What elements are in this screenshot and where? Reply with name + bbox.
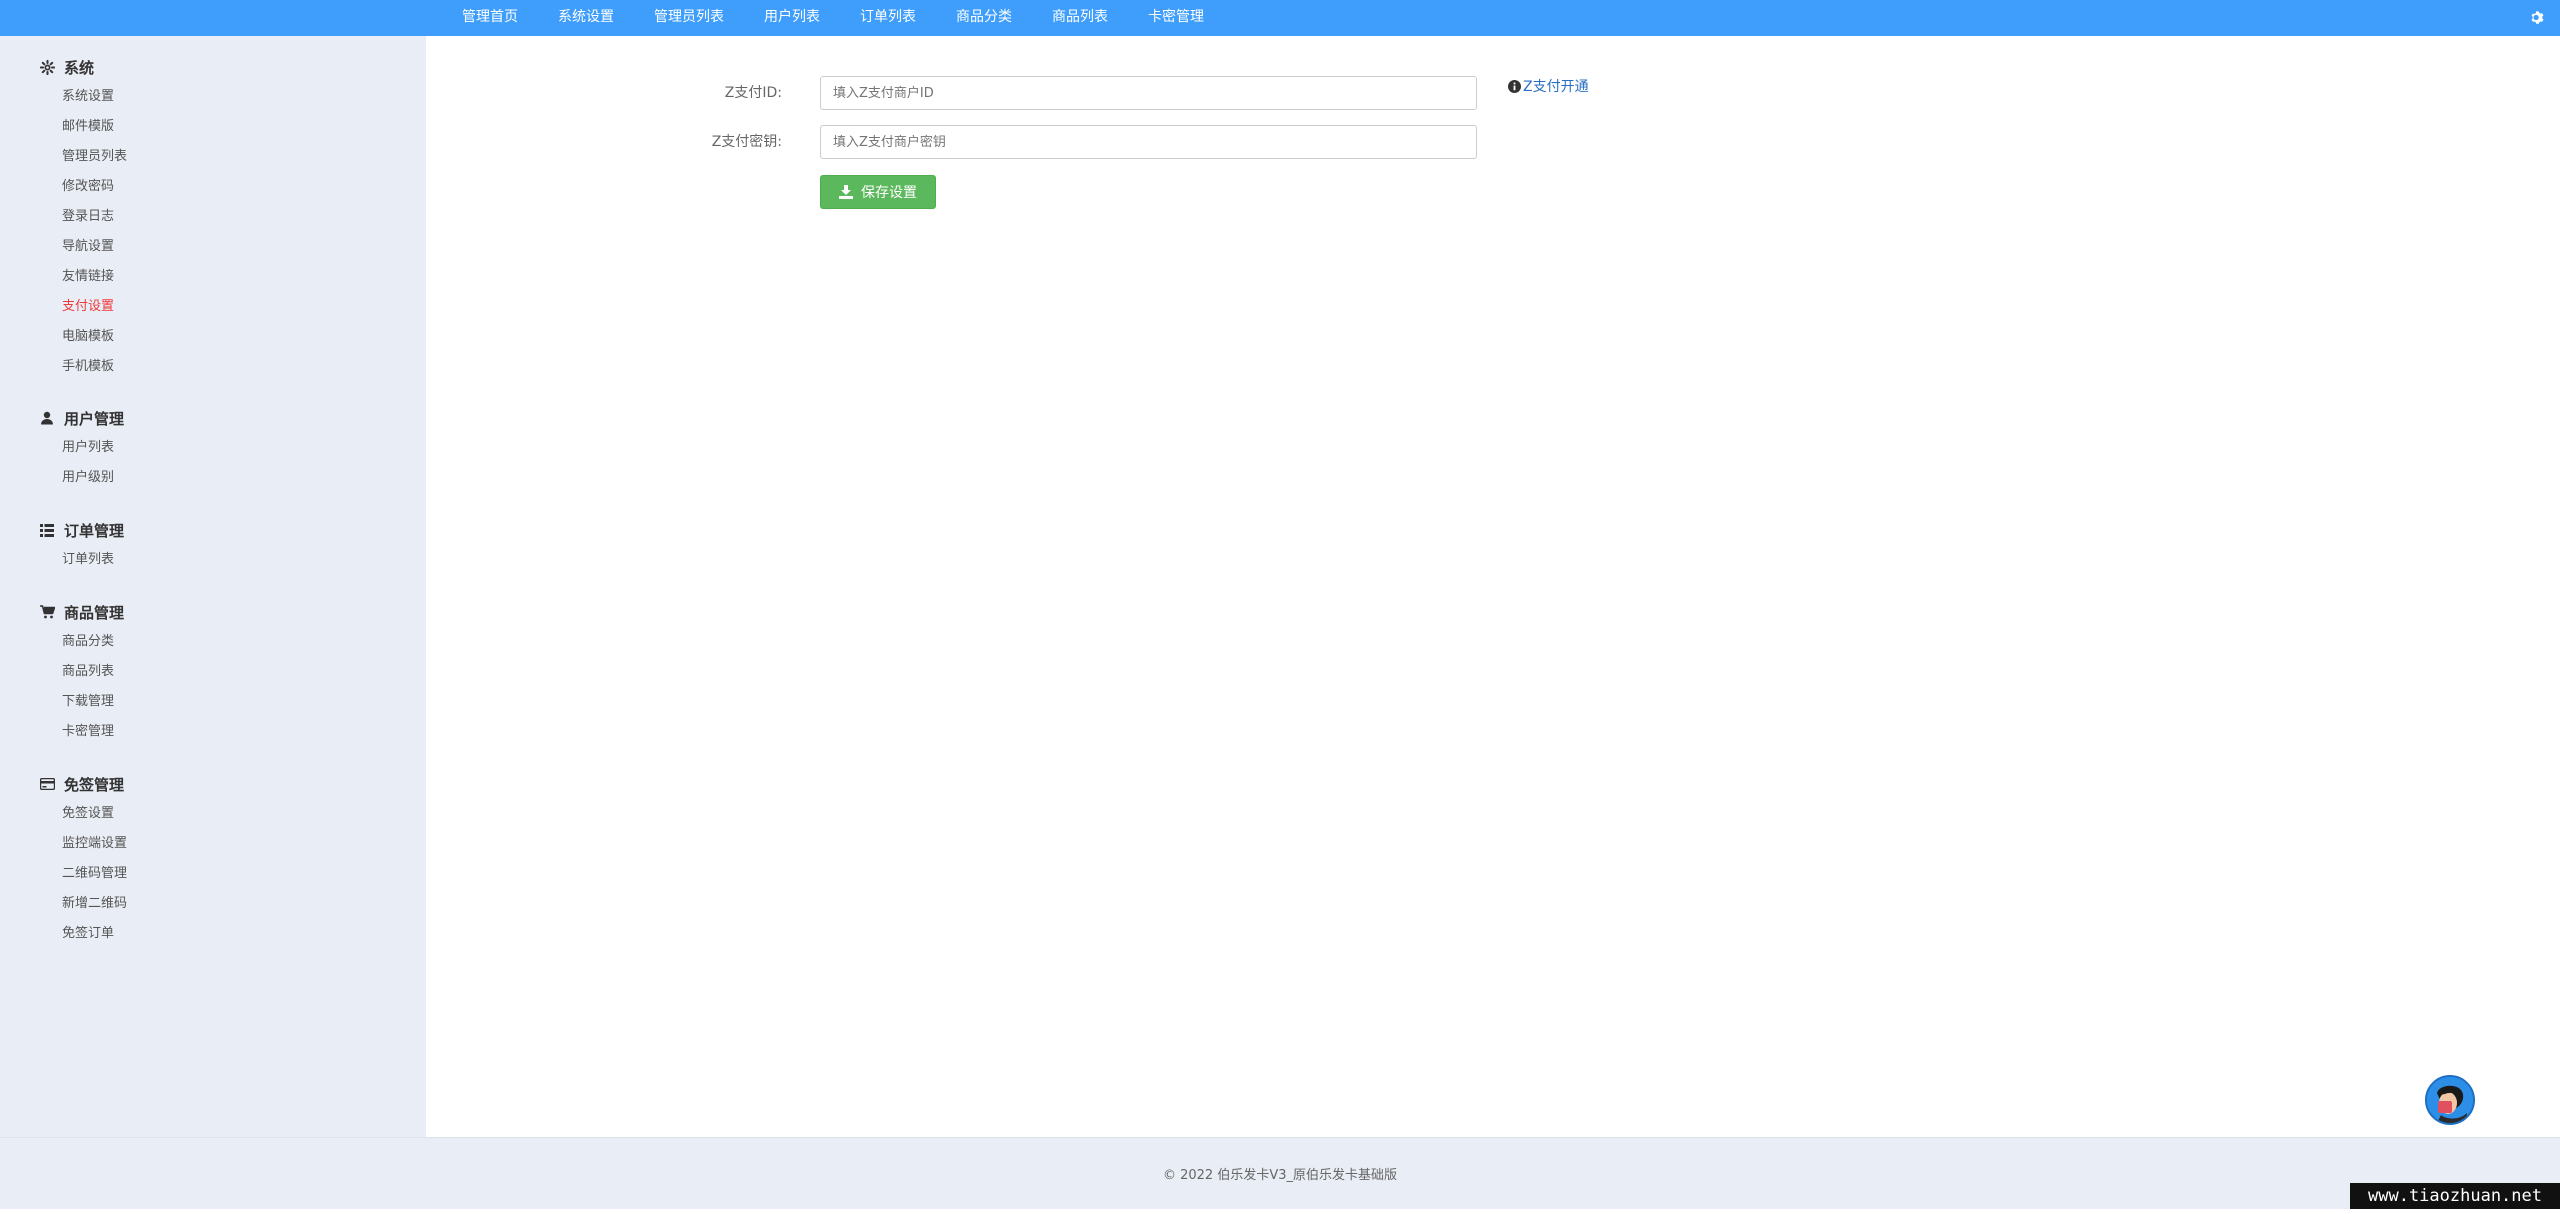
sidebar-item-payment-settings[interactable]: 支付设置 bbox=[0, 292, 426, 322]
sidebar-item-mobile-template[interactable]: 手机模板 bbox=[0, 352, 426, 382]
user-icon bbox=[38, 409, 56, 427]
sidebar: 系统 系统设置 邮件模版 管理员列表 修改密码 登录日志 导航设置 友情链接 支… bbox=[0, 36, 426, 1137]
sidebar-section-orders: 订单管理 订单列表 bbox=[0, 515, 426, 575]
sidebar-item-user-level[interactable]: 用户级别 bbox=[0, 463, 426, 493]
sidebar-section-title: 免签管理 bbox=[64, 774, 124, 795]
sidebar-item-product-list[interactable]: 商品列表 bbox=[0, 657, 426, 687]
sidebar-section-title: 订单管理 bbox=[64, 520, 124, 541]
gear-icon[interactable] bbox=[2526, 6, 2548, 28]
sidebar-item-user-list[interactable]: 用户列表 bbox=[0, 433, 426, 463]
topnav-product-category[interactable]: 商品分类 bbox=[943, 0, 1025, 36]
sidebar-item-admin-list[interactable]: 管理员列表 bbox=[0, 142, 426, 172]
info-circle-icon bbox=[1508, 80, 1521, 93]
topnav-card-management[interactable]: 卡密管理 bbox=[1135, 0, 1217, 36]
topnav-order-list[interactable]: 订单列表 bbox=[847, 0, 929, 36]
top-navbar: 管理首页 系统设置 管理员列表 用户列表 订单列表 商品分类 商品列表 卡密管理 bbox=[0, 0, 2560, 36]
payment-id-input[interactable] bbox=[820, 76, 1477, 110]
sidebar-item-free-sign-settings[interactable]: 免签设置 bbox=[0, 799, 426, 829]
sidebar-section-header: 商品管理 bbox=[0, 597, 426, 627]
gear-icon bbox=[38, 58, 56, 76]
top-nav: 管理首页 系统设置 管理员列表 用户列表 订单列表 商品分类 商品列表 卡密管理 bbox=[449, 0, 1231, 36]
topnav-system-settings[interactable]: 系统设置 bbox=[545, 0, 627, 36]
sidebar-item-product-category[interactable]: 商品分类 bbox=[0, 627, 426, 657]
payment-signup-link-label: Z支付开通 bbox=[1523, 76, 1589, 96]
save-settings-label: 保存设置 bbox=[861, 182, 917, 202]
sidebar-section-products: 商品管理 商品分类 商品列表 下载管理 卡密管理 bbox=[0, 597, 426, 747]
avatar[interactable] bbox=[2425, 1075, 2475, 1125]
topnav-product-list[interactable]: 商品列表 bbox=[1039, 0, 1121, 36]
sidebar-item-login-log[interactable]: 登录日志 bbox=[0, 202, 426, 232]
payment-signup-link[interactable]: Z支付开通 bbox=[1508, 76, 1589, 96]
sidebar-section-title: 系统 bbox=[64, 57, 94, 78]
sidebar-item-add-qrcode[interactable]: 新增二维码 bbox=[0, 889, 426, 919]
form-row-payment-id: Z支付ID: bbox=[426, 76, 2560, 112]
sidebar-item-download-management[interactable]: 下载管理 bbox=[0, 687, 426, 717]
sidebar-item-system-settings[interactable]: 系统设置 bbox=[0, 82, 426, 112]
download-icon bbox=[839, 185, 853, 199]
sidebar-section-users: 用户管理 用户列表 用户级别 bbox=[0, 403, 426, 493]
payment-id-label: Z支付ID: bbox=[725, 76, 782, 112]
sidebar-section-header: 用户管理 bbox=[0, 403, 426, 433]
sidebar-item-card-management[interactable]: 卡密管理 bbox=[0, 717, 426, 747]
sidebar-item-monitor-settings[interactable]: 监控端设置 bbox=[0, 829, 426, 859]
form-row-payment-key: Z支付密钥: bbox=[426, 125, 2560, 161]
footer-copyright: © 2022 伯乐发卡V3_原伯乐发卡基础版 bbox=[0, 1138, 2560, 1210]
footer: © 2022 伯乐发卡V3_原伯乐发卡基础版 bbox=[0, 1137, 2560, 1209]
sidebar-section-system: 系统 系统设置 邮件模版 管理员列表 修改密码 登录日志 导航设置 友情链接 支… bbox=[0, 52, 426, 382]
sidebar-section-title: 商品管理 bbox=[64, 602, 124, 623]
topnav-user-list[interactable]: 用户列表 bbox=[751, 0, 833, 36]
sidebar-item-email-template[interactable]: 邮件模版 bbox=[0, 112, 426, 142]
credit-card-icon bbox=[38, 775, 56, 793]
sidebar-item-change-password[interactable]: 修改密码 bbox=[0, 172, 426, 202]
sidebar-section-free-sign: 免签管理 免签设置 监控端设置 二维码管理 新增二维码 免签订单 bbox=[0, 769, 426, 949]
sidebar-section-header: 订单管理 bbox=[0, 515, 426, 545]
sidebar-item-friend-links[interactable]: 友情链接 bbox=[0, 262, 426, 292]
payment-key-label: Z支付密钥: bbox=[712, 125, 782, 161]
cart-icon bbox=[38, 603, 56, 621]
sidebar-section-title: 用户管理 bbox=[64, 408, 124, 429]
main-content: Z支付ID: Z支付开通 Z支付密钥: 保存设置 bbox=[426, 36, 2560, 1137]
list-icon bbox=[38, 521, 56, 539]
sidebar-item-pc-template[interactable]: 电脑模板 bbox=[0, 322, 426, 352]
sidebar-section-header: 免签管理 bbox=[0, 769, 426, 799]
save-settings-button[interactable]: 保存设置 bbox=[820, 175, 936, 209]
sidebar-item-order-list[interactable]: 订单列表 bbox=[0, 545, 426, 575]
topnav-admin-list[interactable]: 管理员列表 bbox=[641, 0, 737, 36]
sidebar-item-nav-settings[interactable]: 导航设置 bbox=[0, 232, 426, 262]
sidebar-item-free-sign-orders[interactable]: 免签订单 bbox=[0, 919, 426, 949]
payment-key-input[interactable] bbox=[820, 125, 1477, 159]
topnav-home[interactable]: 管理首页 bbox=[449, 0, 531, 36]
sidebar-item-qrcode-management[interactable]: 二维码管理 bbox=[0, 859, 426, 889]
watermark: www.tiaozhuan.net bbox=[2350, 1183, 2560, 1209]
sidebar-section-header: 系统 bbox=[0, 52, 426, 82]
